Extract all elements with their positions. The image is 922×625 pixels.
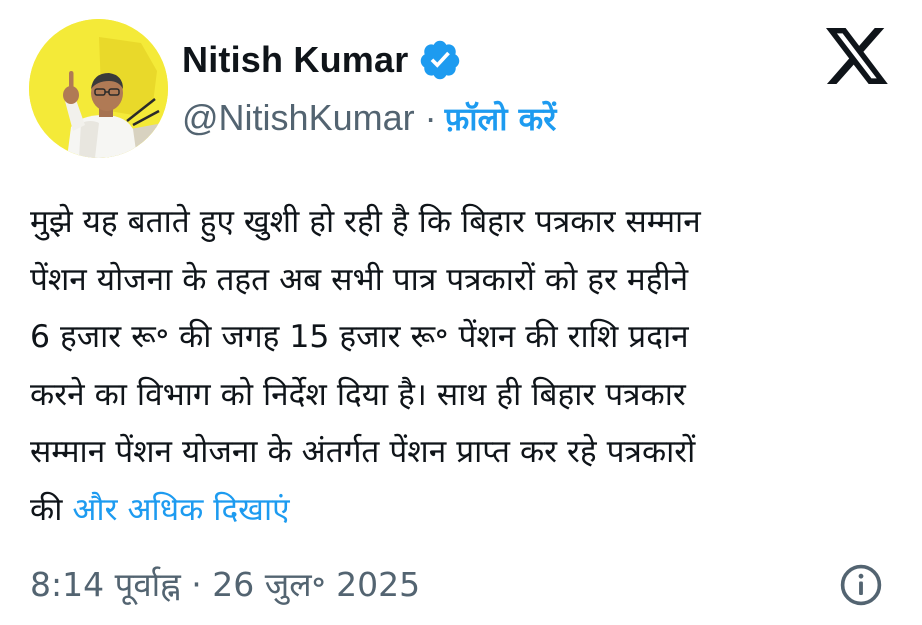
tweet-text: मुझे यह बताते हुए खुशी हो रही है कि बिहा… [30,194,900,539]
tweet-text-line: पेंशन योजना के तहत अब सभी पात्र पत्रकारो… [30,261,689,298]
author-handle[interactable]: @NitishKumar [182,97,415,139]
embedded-tweet-card: Nitish Kumar @NitishKumar · फ़ॉलो करें म… [0,0,922,625]
tweet-text-fragment: की [30,491,63,528]
author-display-name[interactable]: Nitish Kumar [182,39,408,81]
tweet-text-line: 6 हजार रू॰ की जगह 15 हजार रू॰ पेंशन की र… [30,319,689,355]
tweet-text-line: मुझे यह बताते हुए खुशी हो रही है कि बिहा… [30,204,701,240]
x-logo-icon[interactable] [826,27,888,85]
handle-separator: · [424,97,437,138]
avatar-photo [29,19,168,158]
info-icon[interactable] [838,562,884,608]
show-more-link[interactable]: और अधिक दिखाएं [72,492,289,528]
avatar[interactable] [29,19,168,158]
tweet-timestamp[interactable]: 8:14 पूर्वाह्न · 26 जुल॰ 2025 [30,558,420,608]
author-name-row: Nitish Kumar [182,36,462,84]
tweet-text-line: करने का विभाग को निर्देश दिया है। साथ ही… [30,376,686,413]
author-handle-row: @NitishKumar · फ़ॉलो करें [182,94,556,142]
verified-badge-icon [421,40,460,80]
tweet-text-line: सम्मान पेंशन योजना के अंतर्गत पेंशन प्रा… [30,434,696,470]
tweet-text-last-line: की और अधिक दिखाएं [30,482,900,540]
follow-button[interactable]: फ़ॉलो करें [445,97,557,140]
